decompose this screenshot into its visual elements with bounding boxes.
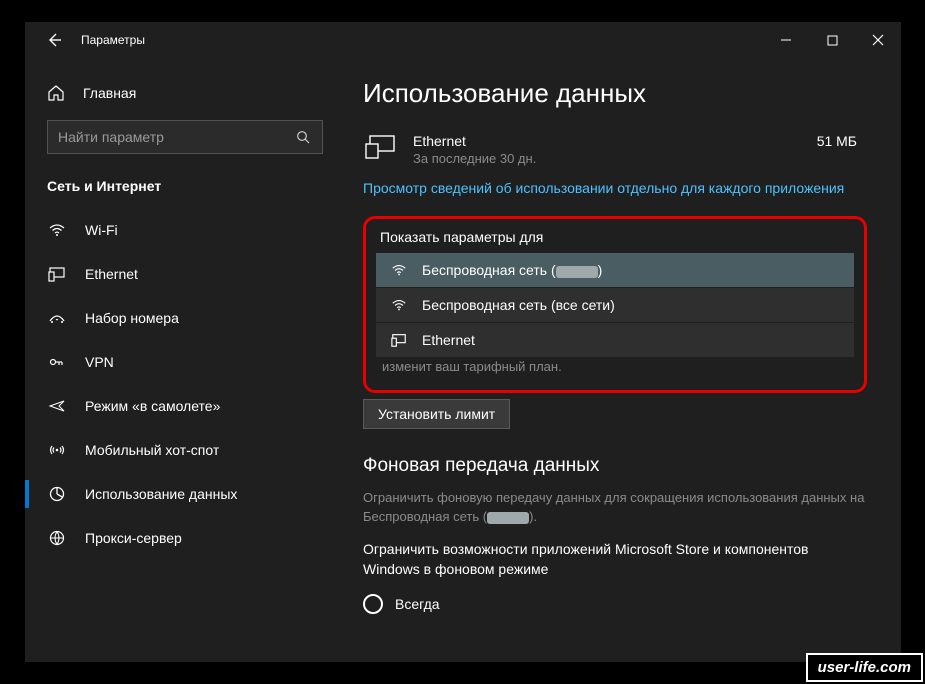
sidebar-item-label: Мобильный хот-спот	[85, 442, 219, 458]
usage-amount: 51 МБ	[817, 133, 857, 149]
sidebar-item-wifi[interactable]: Wi-Fi	[25, 208, 345, 252]
usage-summary: Ethernet За последние 30 дн. 51 МБ	[363, 133, 867, 166]
sidebar-item-hotspot[interactable]: Мобильный хот-спот	[25, 428, 345, 472]
home-icon	[47, 84, 65, 102]
radio-icon	[363, 594, 383, 614]
sidebar-item-data-usage[interactable]: Использование данных	[25, 472, 345, 516]
search-input[interactable]	[58, 129, 296, 145]
sidebar-item-label: Режим «в самолете»	[85, 398, 220, 414]
sidebar-item-vpn[interactable]: VPN	[25, 340, 345, 384]
main-content: Использование данных Ethernet За последн…	[345, 58, 901, 662]
dropdown-option-label: Беспроводная сеть (все сети)	[422, 297, 615, 313]
background-heading: Фоновая передача данных	[363, 455, 867, 477]
search-box[interactable]	[47, 120, 323, 154]
sidebar-item-label: Прокси-сервер	[85, 530, 182, 546]
vpn-icon	[47, 352, 67, 372]
dropdown-option-label: Ethernet	[422, 332, 475, 348]
per-app-usage-link[interactable]: Просмотр сведений об использовании отдел…	[363, 178, 844, 198]
sidebar-section: Сеть и Интернет	[25, 154, 345, 208]
sidebar-nav: Wi-Fi Ethernet Набор номера	[25, 208, 345, 560]
ethernet-icon	[47, 264, 67, 284]
radio-label: Всегда	[395, 596, 440, 612]
sidebar-item-airplane[interactable]: Режим «в самолете»	[25, 384, 345, 428]
sidebar-item-dialup[interactable]: Набор номера	[25, 296, 345, 340]
background-description-2: Ограничить возможности приложений Micros…	[363, 539, 867, 580]
background-description: Ограничить фоновую передачу данных для с…	[363, 489, 867, 527]
settings-window: Параметры Главная	[25, 22, 901, 662]
airplane-icon	[47, 396, 67, 416]
minimize-icon	[780, 34, 792, 46]
usage-network-name: Ethernet	[413, 133, 801, 149]
dropdown-option-wireless-all[interactable]: Беспроводная сеть (все сети)	[376, 288, 854, 322]
data-usage-icon	[47, 484, 67, 504]
close-button[interactable]	[855, 24, 901, 56]
dropdown-option-ethernet[interactable]: Ethernet	[376, 323, 854, 357]
minimize-button[interactable]	[763, 24, 809, 56]
sidebar-item-ethernet[interactable]: Ethernet	[25, 252, 345, 296]
sidebar: Главная Сеть и Интернет Wi-Fi	[25, 58, 345, 662]
dropdown-option-wireless-specific[interactable]: Беспроводная сеть ()	[376, 253, 854, 287]
sidebar-item-label: Набор номера	[85, 310, 179, 326]
sidebar-item-label: VPN	[85, 354, 114, 370]
sidebar-home-label: Главная	[83, 85, 136, 101]
set-limit-button[interactable]: Установить лимит	[363, 399, 510, 429]
dialup-icon	[47, 308, 67, 328]
redacted-ssid	[556, 266, 598, 278]
window-title: Параметры	[81, 33, 145, 47]
watermark: user-life.com	[806, 653, 923, 682]
highlighted-dropdown: Показать параметры для Беспроводная сеть…	[363, 216, 867, 393]
arrow-left-icon	[46, 32, 62, 48]
titlebar: Параметры	[25, 22, 901, 58]
dropdown-label: Показать параметры для	[376, 227, 854, 253]
sidebar-item-label: Использование данных	[85, 486, 237, 502]
radio-always[interactable]: Всегда	[363, 590, 867, 618]
truncated-text: изменит ваш тарифный план.	[382, 359, 854, 374]
redacted-ssid	[487, 512, 529, 524]
proxy-icon	[47, 528, 67, 548]
sidebar-item-label: Wi-Fi	[85, 222, 118, 238]
sidebar-item-proxy[interactable]: Прокси-сервер	[25, 516, 345, 560]
back-button[interactable]	[45, 31, 63, 49]
wifi-icon	[47, 220, 67, 240]
sidebar-item-label: Ethernet	[85, 266, 138, 282]
search-icon	[296, 130, 312, 145]
close-icon	[872, 34, 884, 46]
ethernet-usage-icon	[363, 133, 397, 161]
usage-period: За последние 30 дн.	[413, 151, 801, 166]
page-heading: Использование данных	[363, 78, 867, 109]
dropdown-option-label: Беспроводная сеть ()	[422, 262, 602, 278]
hotspot-icon	[47, 440, 67, 460]
ethernet-icon	[390, 331, 408, 349]
sidebar-home[interactable]: Главная	[25, 76, 345, 110]
wifi-icon	[390, 296, 408, 314]
maximize-button[interactable]	[809, 24, 855, 56]
wifi-icon	[390, 261, 408, 279]
maximize-icon	[827, 35, 838, 46]
